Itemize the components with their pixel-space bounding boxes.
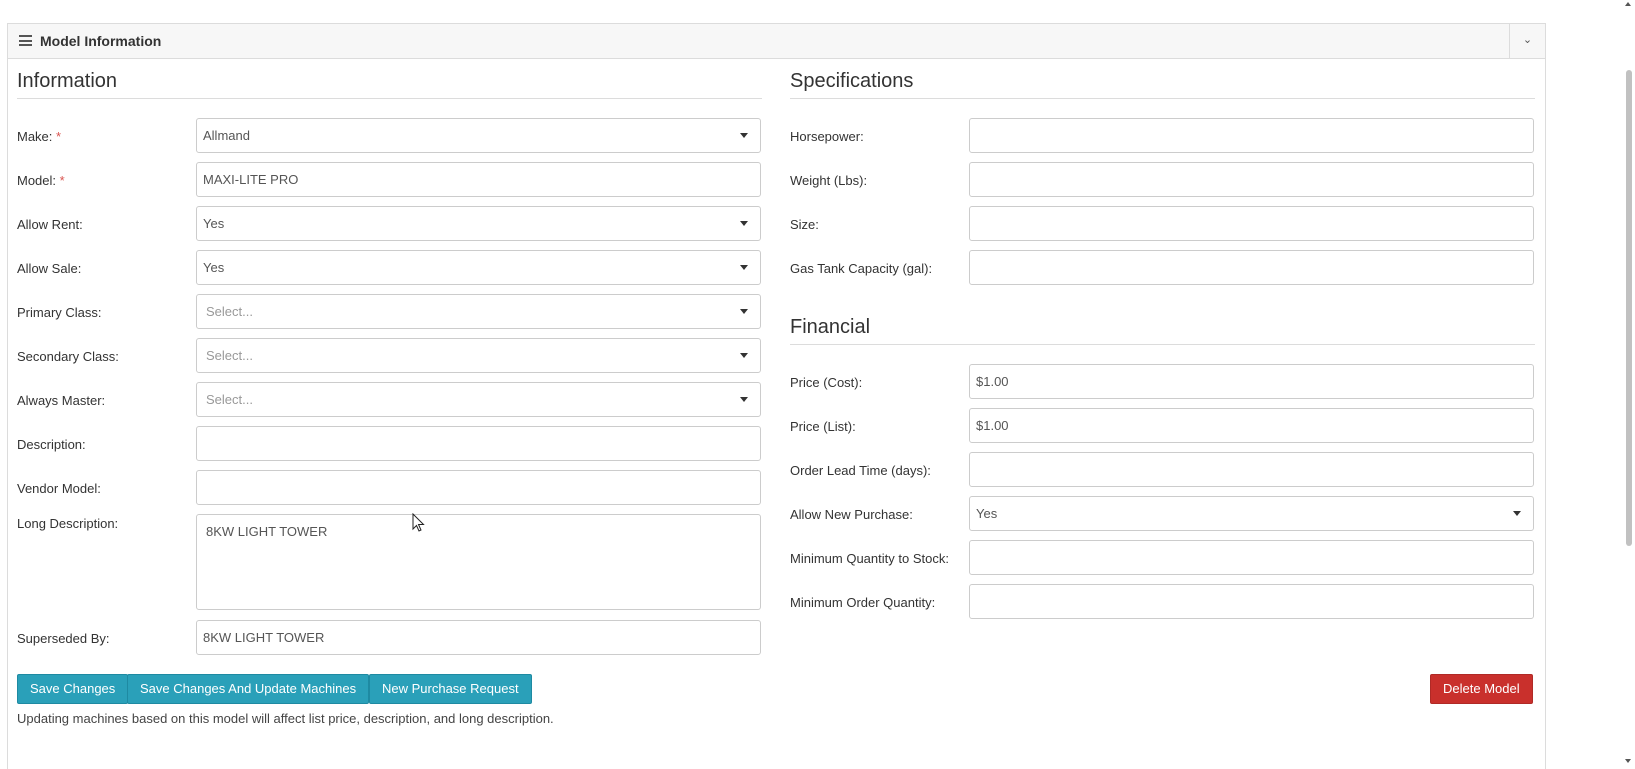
gas-tank-label: Gas Tank Capacity (gal): [790, 261, 933, 276]
vendor-model-label: Vendor Model: [17, 481, 101, 496]
collapse-chevron-icon[interactable]: ⌄ [1509, 24, 1545, 58]
price-list-input[interactable]: $1.00 [969, 408, 1534, 443]
caret-down-icon [740, 221, 748, 226]
save-changes-button[interactable]: Save Changes [17, 674, 129, 704]
size-label: Size: [790, 217, 819, 232]
financial-heading: Financial [790, 316, 871, 338]
caret-down-icon [740, 133, 748, 138]
hamburger-icon [19, 35, 32, 46]
model-label: Model: * [17, 173, 65, 188]
superseded-by-input[interactable]: 8KW LIGHT TOWER [196, 620, 761, 655]
caret-down-icon [1513, 511, 1521, 516]
always-master-select[interactable]: Select... [196, 382, 761, 417]
weight-label: Weight (Lbs): [790, 173, 868, 188]
primary-class-label: Primary Class: [17, 305, 102, 320]
delete-model-button[interactable]: Delete Model [1430, 674, 1533, 704]
horsepower-input[interactable] [969, 118, 1534, 153]
price-list-label: Price (List): [790, 419, 856, 434]
size-input[interactable] [969, 206, 1534, 241]
long-description-textarea[interactable]: 8KW LIGHT TOWER [196, 514, 761, 610]
secondary-class-label: Secondary Class: [17, 349, 119, 364]
make-select[interactable]: Allmand [196, 118, 761, 153]
vendor-model-input[interactable] [196, 470, 761, 505]
mouse-cursor-icon [412, 513, 425, 532]
caret-down-icon [740, 397, 748, 402]
caret-down-icon [740, 309, 748, 314]
secondary-class-select[interactable]: Select... [196, 338, 761, 373]
min-qty-stock-input[interactable] [969, 540, 1534, 575]
page-scrollbar[interactable] [1622, 0, 1635, 769]
panel-title: Model Information [40, 33, 162, 49]
allow-sale-select[interactable]: Yes [196, 250, 761, 285]
price-cost-input[interactable]: $1.00 [969, 364, 1534, 399]
scrollbar-thumb[interactable] [1626, 70, 1632, 546]
allow-rent-select[interactable]: Yes [196, 206, 761, 241]
caret-down-icon [740, 265, 748, 270]
model-input[interactable]: MAXI-LITE PRO [196, 162, 761, 197]
price-cost-label: Price (Cost): [790, 375, 863, 390]
specifications-divider [790, 98, 1535, 99]
allow-new-purchase-select[interactable]: Yes [969, 496, 1534, 531]
lead-time-input[interactable] [969, 452, 1534, 487]
update-machines-note: Updating machines based on this model wi… [17, 711, 554, 726]
panel-header: Model Information ⌄ [8, 24, 1545, 59]
min-order-qty-label: Minimum Order Quantity: [790, 595, 936, 610]
always-master-label: Always Master: [17, 393, 106, 408]
financial-divider [790, 344, 1535, 345]
lead-time-label: Order Lead Time (days): [790, 463, 931, 478]
min-qty-stock-label: Minimum Quantity to Stock: [790, 551, 949, 566]
gas-tank-input[interactable] [969, 250, 1534, 285]
superseded-by-label: Superseded By: [17, 631, 110, 646]
caret-down-icon [740, 353, 748, 358]
long-description-label: Long Description: [17, 516, 119, 531]
weight-input[interactable] [969, 162, 1534, 197]
primary-class-select[interactable]: Select... [196, 294, 761, 329]
allow-sale-label: Allow Sale: [17, 261, 82, 276]
allow-rent-label: Allow Rent: [17, 217, 83, 232]
horsepower-label: Horsepower: [790, 129, 864, 144]
new-purchase-request-button[interactable]: New Purchase Request [369, 674, 532, 704]
scroll-down-icon[interactable] [1625, 759, 1631, 763]
make-label: Make: * [17, 129, 62, 144]
description-label: Description: [17, 437, 86, 452]
information-heading: Information [17, 70, 118, 92]
save-and-update-machines-button[interactable]: Save Changes And Update Machines [127, 674, 370, 704]
information-divider [17, 98, 762, 99]
allow-new-purchase-label: Allow New Purchase: [790, 507, 913, 522]
specifications-heading: Specifications [790, 70, 914, 92]
min-order-qty-input[interactable] [969, 584, 1534, 619]
scroll-up-icon[interactable] [1625, 2, 1631, 6]
description-input[interactable] [196, 426, 761, 461]
